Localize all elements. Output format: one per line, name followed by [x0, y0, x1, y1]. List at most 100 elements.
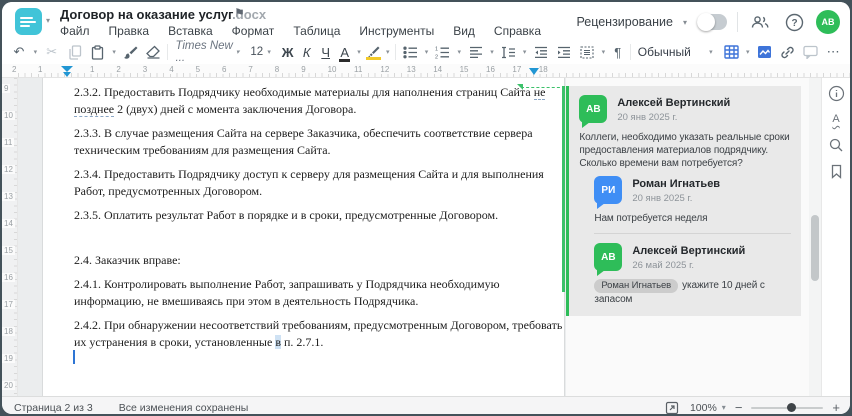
- comment-text: Роман Игнатьев укажите 10 дней с запасом: [594, 279, 765, 305]
- font-color-button[interactable]: А: [336, 41, 354, 63]
- ruler-number: 16: [2, 273, 15, 282]
- paragraph-2-4: 2.4. Заказчик вправе:: [73, 253, 181, 267]
- ruler-number: 11: [352, 65, 365, 74]
- menu-insert[interactable]: Вставка: [168, 24, 213, 38]
- paragraph-2-3-4: 2.3.4. Предоставить Подрядчику доступ к …: [73, 167, 544, 198]
- italic-button[interactable]: К: [298, 41, 316, 63]
- paste-button[interactable]: [87, 41, 109, 63]
- menu-view[interactable]: Вид: [453, 24, 475, 38]
- menu-help[interactable]: Справка: [494, 24, 541, 38]
- line-spacing-button[interactable]: [497, 41, 519, 63]
- bookmarks-button[interactable]: [825, 162, 847, 180]
- mention-pill[interactable]: Роман Игнатьев: [594, 279, 679, 293]
- h-ruler[interactable]: 2 1 1 2 3 4 5 6 7 8 9 10 11 12 13 14 15 16 17 18: [2, 64, 850, 78]
- vertical-scrollbar[interactable]: [809, 78, 822, 396]
- increase-indent-button[interactable]: [553, 41, 575, 63]
- insert-table-button[interactable]: [720, 41, 742, 63]
- format-painter-button[interactable]: [119, 41, 141, 63]
- flag-icon[interactable]: ⚑: [234, 6, 245, 20]
- copy-button[interactable]: [64, 41, 86, 63]
- menu-file[interactable]: Файл: [60, 24, 90, 38]
- align-caret-icon[interactable]: ▾: [488, 48, 497, 56]
- more-tools-button[interactable]: ⋯: [822, 41, 844, 63]
- bullet-list-button[interactable]: [399, 41, 421, 63]
- bold-button[interactable]: Ж: [279, 41, 297, 63]
- align-button[interactable]: [465, 41, 487, 63]
- collaborators-button[interactable]: [748, 10, 772, 34]
- highlight-button[interactable]: [364, 41, 382, 63]
- menu-table[interactable]: Таблица: [293, 24, 340, 38]
- highlight-caret-icon[interactable]: ▾: [383, 48, 392, 56]
- zoom-slider[interactable]: [751, 402, 824, 412]
- left-indent-marker[interactable]: [63, 72, 71, 77]
- ruler-number: 9: [299, 65, 308, 74]
- fit-width-button[interactable]: [663, 399, 681, 415]
- comment-reply[interactable]: АВ Алексей Вертинский 26 май 2025 г. Ром…: [594, 243, 791, 306]
- table-caret-icon[interactable]: ▾: [743, 48, 752, 56]
- bullet-list-caret-icon[interactable]: ▾: [422, 48, 431, 56]
- show-formatting-button[interactable]: ¶: [609, 41, 627, 63]
- review-caret-icon[interactable]: ▾: [683, 18, 687, 27]
- cut-button[interactable]: ✂: [41, 41, 63, 63]
- paragraph-caret-icon[interactable]: ▾: [599, 48, 608, 56]
- ruler-number: 16: [484, 65, 497, 74]
- undo-button[interactable]: ↶: [8, 41, 30, 63]
- help-button[interactable]: ?: [782, 10, 806, 34]
- zoom-slider-handle[interactable]: [787, 402, 797, 412]
- line-spacing-caret-icon[interactable]: ▾: [520, 48, 529, 56]
- zoom-out-button[interactable]: −: [735, 401, 743, 414]
- page-indicator[interactable]: Страница 2 из 3: [14, 402, 93, 414]
- insert-image-button[interactable]: [753, 41, 775, 63]
- app-logo[interactable]: [15, 8, 42, 35]
- zoom-select[interactable]: 100% ▾: [690, 402, 726, 414]
- ruler-number: 5: [193, 65, 203, 74]
- svg-text:?: ?: [791, 18, 797, 29]
- ruler-number: 8: [272, 65, 282, 74]
- zoom-in-button[interactable]: +: [832, 401, 840, 414]
- clear-format-button[interactable]: [142, 41, 164, 63]
- undo-caret-icon[interactable]: ▾: [31, 48, 40, 56]
- review-mode-dropdown[interactable]: Рецензирование: [576, 15, 673, 29]
- app-window: ▾ Договор на оказание услуг.docx ⚑ Файл …: [2, 2, 850, 414]
- comment-divider: [594, 233, 792, 234]
- logo-menu-caret-icon[interactable]: ▾: [46, 16, 50, 25]
- right-indent-marker[interactable]: [529, 68, 539, 75]
- spellcheck-icon: А: [832, 113, 840, 125]
- paragraph-style-select[interactable]: Обычный ▾: [634, 42, 720, 62]
- user-avatar[interactable]: АВ: [816, 10, 840, 34]
- insert-link-button[interactable]: [776, 41, 798, 63]
- font-size-select[interactable]: 12 ▾: [246, 42, 277, 62]
- v-ruler[interactable]: 9 10 11 12 13 14 15 16 17 18 19 20: [2, 78, 18, 396]
- document-page[interactable]: 2.3.2. Предоставить Подрядчику необходим…: [41, 78, 565, 408]
- table-icon: [724, 45, 739, 59]
- paragraph-2-4-2: 2.4.2. При обнаружении несоответствий тр…: [73, 318, 563, 349]
- paste-caret-icon[interactable]: ▾: [110, 48, 119, 56]
- ruler-number: 1: [36, 65, 45, 74]
- search-button[interactable]: [825, 136, 847, 154]
- info-icon: [828, 85, 844, 101]
- review-toggle[interactable]: [697, 13, 727, 31]
- underline-button[interactable]: Ч: [317, 41, 335, 63]
- add-comment-button[interactable]: [799, 41, 821, 63]
- comment-date: 20 янв 2025 г.: [617, 112, 678, 123]
- decrease-indent-button[interactable]: [530, 41, 552, 63]
- toolbar-divider: [395, 44, 397, 60]
- comment-thread-card[interactable]: АВ Алексей Вертинский 20 янв 2025 г. Кол…: [566, 86, 802, 316]
- spellcheck-button[interactable]: А: [825, 110, 847, 128]
- paragraph-settings-button[interactable]: [576, 41, 598, 63]
- menu-edit[interactable]: Правка: [109, 24, 150, 38]
- numbered-list-button[interactable]: 1 2: [432, 41, 454, 63]
- menu-tools[interactable]: Инструменты: [359, 24, 434, 38]
- font-color-caret-icon[interactable]: ▾: [355, 48, 364, 56]
- commented-text[interactable]: позднее: [73, 102, 115, 117]
- comment-reply[interactable]: РИ Роман Игнатьев 20 янв 2025 г. Нам пот…: [594, 176, 791, 225]
- scrollbar-thumb[interactable]: [811, 215, 820, 281]
- comment[interactable]: АВ Алексей Вертинский 20 янв 2025 г. Кол…: [579, 95, 791, 170]
- font-family-select[interactable]: Times New ... ▾: [171, 40, 245, 64]
- right-sidebar: А: [821, 78, 850, 396]
- comment-date: 20 янв 2025 г.: [632, 193, 693, 204]
- numbered-list-caret-icon[interactable]: ▾: [455, 48, 464, 56]
- info-panel-button[interactable]: [825, 84, 847, 102]
- menu-format[interactable]: Формат: [232, 24, 275, 38]
- document-title-text: Договор на оказание услуг: [60, 7, 233, 22]
